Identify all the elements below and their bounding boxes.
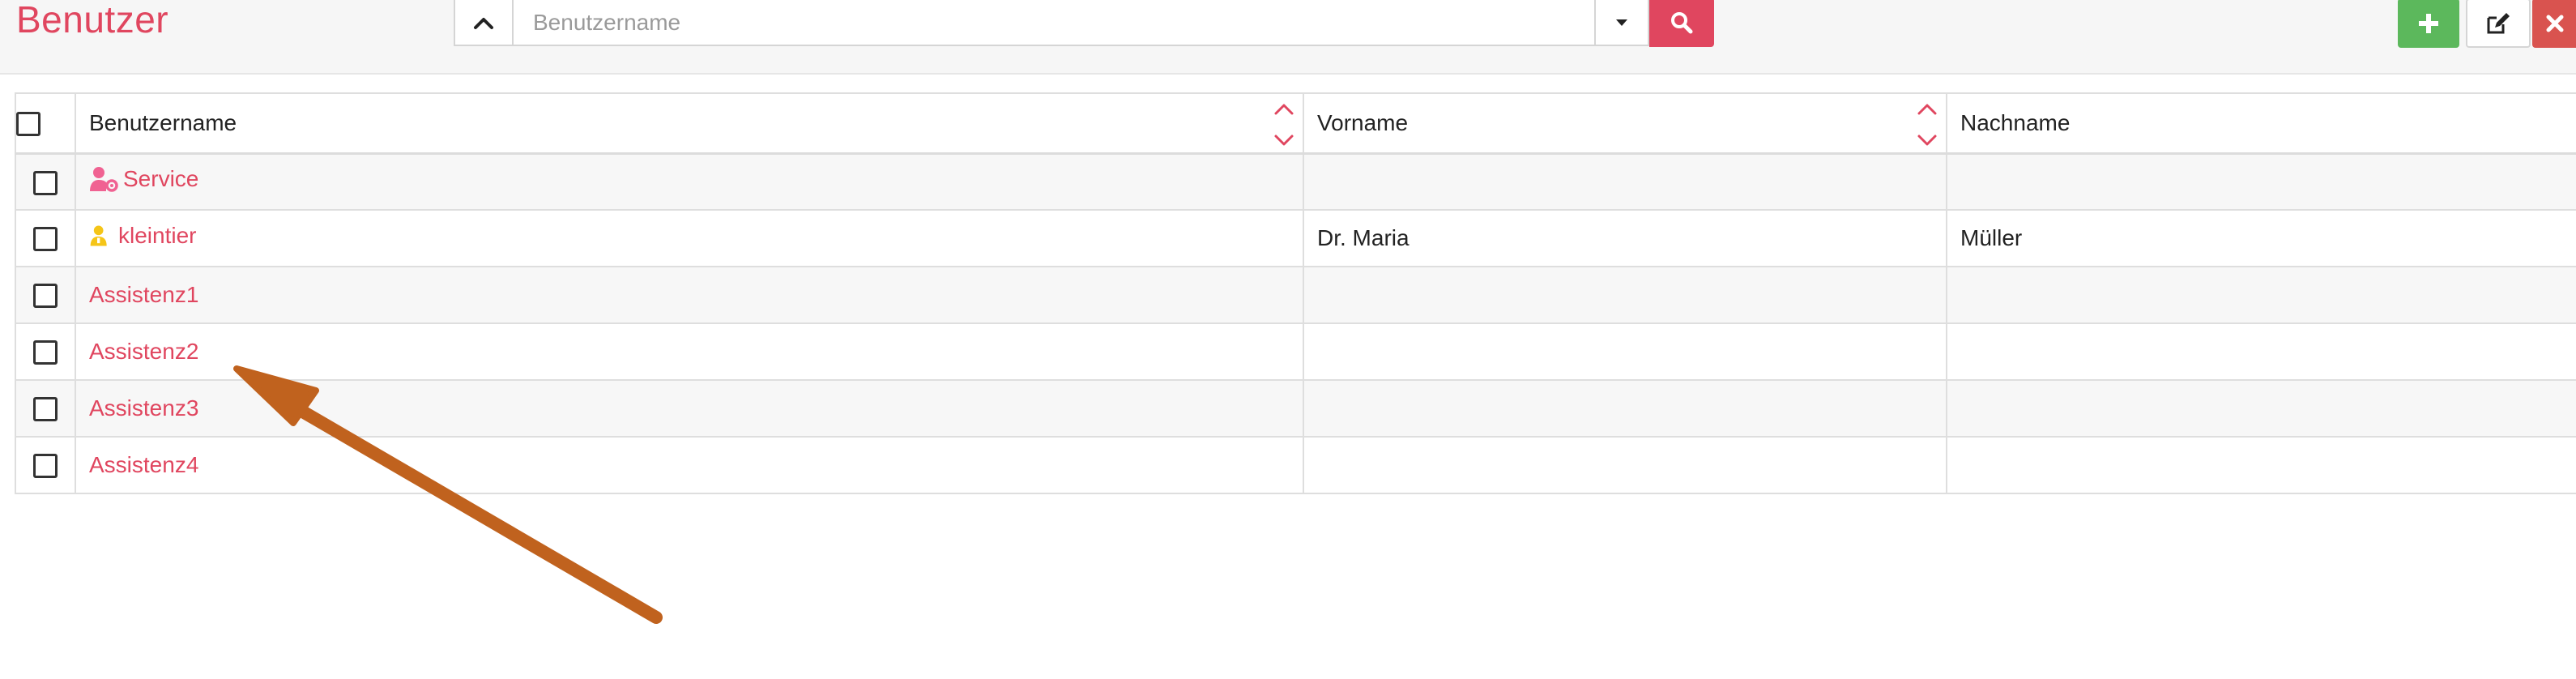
user-icon [90, 225, 107, 246]
add-user-button[interactable] [2398, 0, 2459, 48]
first-name-cell: Dr. Maria [1317, 225, 1410, 250]
last-name-cell [1947, 169, 1960, 194]
first-name-cell [1304, 452, 1317, 477]
sort-icon[interactable] [1915, 99, 1939, 149]
table-row[interactable]: Assistenz4 [15, 436, 2576, 494]
username-text: kleintier [118, 222, 197, 248]
last-name-cell [1947, 282, 1960, 307]
users-table: Benutzername Vorname Nachname Service kl… [15, 92, 2576, 494]
table-row[interactable]: Assistenz3 [15, 379, 2576, 438]
caret-down-icon [1616, 19, 1627, 26]
select-all-cell [15, 92, 76, 155]
username-link[interactable]: Assistenz2 [89, 339, 198, 365]
row-checkbox[interactable] [33, 227, 58, 252]
table-header-row: Benutzername Vorname Nachname [15, 92, 2576, 155]
column-header-last-name[interactable]: Nachname [1946, 92, 2576, 155]
sort-icon[interactable] [1272, 99, 1296, 149]
edit-button[interactable] [2466, 0, 2531, 48]
column-label: Vorname [1317, 109, 1409, 135]
column-label: Nachname [1960, 109, 2071, 135]
username-text: Service [123, 165, 199, 191]
first-name-cell [1304, 169, 1317, 194]
chevron-up-icon [474, 17, 493, 29]
column-label: Benutzername [89, 109, 237, 135]
first-name-cell [1304, 282, 1317, 307]
last-name-cell [1947, 395, 1960, 421]
username-link[interactable]: kleintier [89, 222, 196, 250]
page-title: Benutzer [16, 0, 169, 41]
table-row[interactable]: Service [15, 152, 2576, 211]
row-checkbox[interactable] [33, 170, 58, 195]
search-options-dropdown[interactable] [1596, 0, 1649, 46]
plus-icon [2419, 13, 2438, 33]
row-checkbox[interactable] [33, 284, 58, 309]
close-icon [2546, 15, 2564, 32]
search-button[interactable] [1649, 0, 1714, 47]
row-checkbox[interactable] [33, 397, 58, 422]
delete-button[interactable] [2532, 0, 2576, 48]
select-all-checkbox[interactable] [16, 112, 41, 137]
row-checkbox[interactable] [33, 340, 58, 365]
table-row[interactable]: Assistenz2 [15, 322, 2576, 381]
username-link[interactable]: Assistenz4 [89, 452, 198, 478]
search-group [454, 0, 1714, 48]
username-link[interactable]: Assistenz3 [89, 395, 198, 421]
first-name-cell [1304, 339, 1317, 364]
first-name-cell [1304, 395, 1317, 421]
top-toolbar: Benutzer [0, 0, 2576, 75]
username-link[interactable]: Assistenz1 [89, 282, 198, 308]
collapse-button[interactable] [454, 0, 514, 46]
edit-icon [2487, 12, 2510, 33]
search-icon [1671, 11, 1693, 33]
last-name-cell: Müller [1960, 225, 2023, 250]
user-gear-icon [90, 166, 118, 192]
row-checkbox[interactable] [33, 454, 58, 479]
search-input[interactable] [514, 0, 1596, 46]
last-name-cell [1947, 452, 1960, 477]
column-header-first-name[interactable]: Vorname [1303, 92, 1947, 155]
username-link[interactable]: Service [89, 165, 198, 193]
column-header-username[interactable]: Benutzername [75, 92, 1304, 155]
table-row[interactable]: kleintier Dr. Maria Müller [15, 209, 2576, 267]
table-row[interactable]: Assistenz1 [15, 266, 2576, 324]
last-name-cell [1947, 339, 1960, 364]
